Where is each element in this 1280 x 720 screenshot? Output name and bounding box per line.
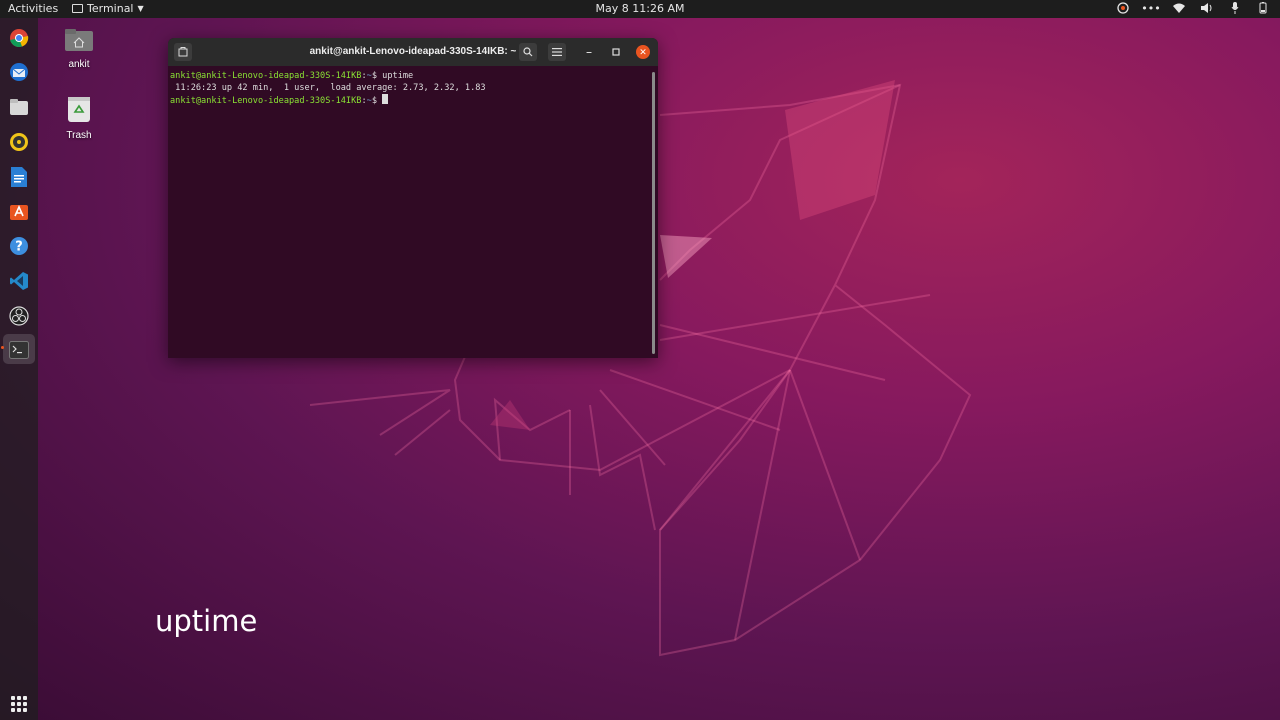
prompt-symbol: $ [371, 71, 383, 81]
terminal-window[interactable]: ankit@ankit-Lenovo-ideapad-330S-14IKB: ~… [168, 38, 658, 358]
chevron-down-icon: ▼ [137, 4, 144, 13]
desktop-trash[interactable]: Trash [49, 95, 109, 141]
trash-icon [49, 95, 109, 126]
command-text: uptime [382, 71, 414, 81]
app-menu-label: Terminal [87, 2, 134, 15]
clock: May 8 11:26 AM [0, 2, 1280, 15]
home-folder-icon [49, 28, 109, 55]
terminal-output[interactable]: ankit@ankit-Lenovo-ideapad-330S-14IKB:~$… [168, 66, 658, 358]
search-icon [523, 47, 533, 57]
close-button[interactable]: ✕ [636, 45, 650, 59]
activities-button[interactable]: Activities [8, 2, 58, 15]
vscode-icon[interactable] [6, 268, 32, 294]
obs-icon[interactable] [6, 303, 32, 329]
volume-icon[interactable] [1200, 1, 1214, 15]
search-button[interactable] [519, 43, 537, 61]
terminal-titlebar[interactable]: ankit@ankit-Lenovo-ideapad-330S-14IKB: ~… [168, 38, 658, 66]
command-output: 11:26:23 up 42 min, 1 user, load average… [170, 83, 486, 93]
terminal-scrollbar[interactable] [652, 72, 655, 354]
terminal-icon[interactable] [6, 337, 32, 363]
software-center-icon[interactable] [6, 198, 32, 224]
rhythmbox-icon[interactable] [6, 129, 32, 155]
libreoffice-writer-icon[interactable] [6, 164, 32, 190]
dock: ? [0, 18, 38, 720]
clock-label[interactable]: May 8 11:26 AM [596, 2, 685, 15]
chrome-icon[interactable] [6, 25, 32, 51]
app-menu[interactable]: Terminal ▼ [72, 2, 144, 15]
menu-button[interactable] [548, 43, 566, 61]
files-icon[interactable] [6, 94, 32, 120]
prompt-symbol: $ [371, 96, 383, 106]
maximize-button[interactable] [607, 43, 625, 61]
trash-label: Trash [66, 130, 92, 141]
desktop-home-folder[interactable]: ankit [49, 28, 109, 70]
prompt-user: ankit@ankit-Lenovo-ideapad-330S-14IKB [170, 96, 362, 106]
minimize-button[interactable]: – [580, 43, 598, 61]
help-icon[interactable]: ? [6, 233, 32, 259]
terminal-line: 11:26:23 up 42 min, 1 user, load average… [170, 82, 656, 94]
running-indicator [1, 346, 4, 349]
prompt-user: ankit@ankit-Lenovo-ideapad-330S-14IKB [170, 71, 362, 81]
top-bar: Activities Terminal ▼ May 8 11:26 AM ••• [0, 0, 1280, 18]
video-caption: uptime [155, 604, 258, 638]
terminal-small-icon [72, 4, 83, 13]
maximize-icon [612, 48, 620, 56]
terminal-line: ankit@ankit-Lenovo-ideapad-330S-14IKB:~$ [170, 94, 656, 106]
text-cursor [382, 94, 389, 104]
system-tray[interactable]: ••• [1116, 1, 1270, 15]
more-icon[interactable]: ••• [1141, 1, 1160, 15]
svg-text:?: ? [15, 240, 23, 255]
hamburger-icon [552, 48, 562, 56]
wifi-icon[interactable] [1172, 1, 1186, 15]
close-icon: ✕ [639, 46, 647, 57]
home-folder-label: ankit [68, 59, 90, 70]
terminal-line: ankit@ankit-Lenovo-ideapad-330S-14IKB:~$… [170, 70, 656, 82]
show-applications-icon[interactable] [11, 696, 27, 712]
thunderbird-icon[interactable] [6, 59, 32, 85]
battery-icon[interactable] [1256, 1, 1270, 15]
chrome-remote-icon[interactable] [1116, 1, 1130, 15]
minimize-icon: – [586, 46, 592, 58]
microphone-icon[interactable] [1228, 1, 1242, 15]
